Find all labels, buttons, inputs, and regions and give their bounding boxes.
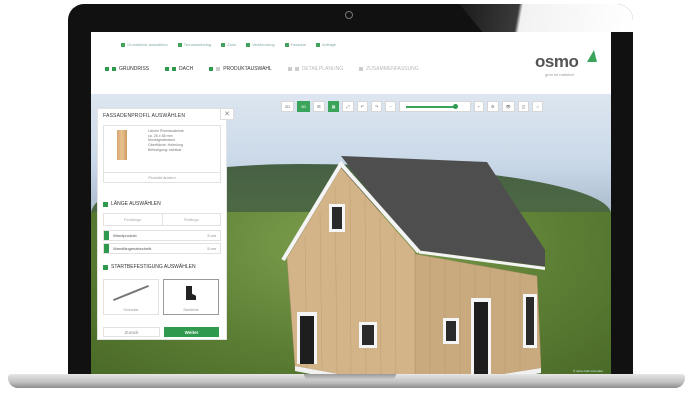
fixing-option-screw[interactable]: Schraube — [103, 279, 159, 315]
layer-button[interactable]: ▦ — [327, 101, 340, 112]
screw-icon — [113, 284, 149, 302]
next-button[interactable]: Weiter — [164, 327, 219, 337]
crumb-2[interactable]: Terrassenbelag — [177, 42, 211, 47]
step-icon — [294, 67, 299, 71]
redo-button[interactable]: ↷ — [370, 101, 383, 112]
length-section-title: LÄNGE AUSWÄHLEN — [103, 201, 161, 207]
fixing-options: Schraube Startleiste — [103, 279, 219, 315]
product-image — [117, 130, 127, 160]
panel-footer: Zurück Weiter — [103, 327, 219, 337]
square-icon — [246, 42, 251, 47]
step-icon — [209, 67, 214, 71]
step-dach[interactable]: DACH — [165, 66, 193, 72]
square-icon — [121, 42, 125, 47]
visibility-button[interactable]: 👁 — [501, 101, 515, 112]
view-2d-button[interactable]: 2D — [281, 101, 295, 112]
step-icon — [359, 67, 364, 71]
crumb-6[interactable]: Anfrage — [316, 42, 336, 47]
change-product-button[interactable]: Produkt ändern — [104, 172, 220, 182]
zoom-out-button[interactable]: − — [385, 101, 396, 112]
fullscreen-button[interactable]: ⤢ — [342, 101, 354, 112]
crumb-5[interactable]: Fassade — [284, 42, 306, 47]
fixing-option-clip[interactable]: Startleiste — [163, 279, 219, 315]
tab-festlaenge[interactable]: Festlänge — [104, 214, 163, 225]
section-icon — [103, 201, 108, 207]
step-detailplanung[interactable]: DETAILPLANUNG — [287, 66, 343, 72]
zoom-in-button[interactable]: + — [473, 101, 484, 112]
zoom-slider[interactable] — [398, 101, 471, 112]
clip-icon — [186, 286, 196, 300]
step-produktauswahl[interactable]: PRODUKTAUSWAHL — [209, 66, 272, 72]
step-icon — [165, 67, 170, 71]
panel-title: FASSADENPROFIL AUSWÄHLEN — [103, 113, 186, 119]
crumb-3[interactable]: Zaun — [221, 42, 236, 47]
breadcrumb: Grundstück auswählen Terrassenbelag Zaun… — [121, 42, 336, 47]
crumb-1[interactable]: Grundstück auswählen — [121, 42, 168, 47]
square-icon — [221, 42, 226, 47]
view-toolbar: 2D 3D ⊞ ▦ ⤢ ↶ ↷ − + ⚙ 👁 ◫ ⌂ — [281, 101, 543, 112]
tab-fixlaenge[interactable]: Fixlänge — [163, 214, 221, 225]
image-credit: © osmo holz und color — [573, 369, 603, 373]
step-icon — [287, 67, 292, 71]
row-marker-icon — [104, 244, 109, 253]
back-button[interactable]: Zurück — [103, 327, 160, 337]
app-screen: Grundstück auswählen Terrassenbelag Zaun… — [91, 32, 611, 376]
product-card: Lärche Rhombusleiste ca. 26 x 68 mm Mont… — [103, 125, 221, 183]
wall-product-row[interactable]: Wandprodukt 5 cm — [103, 230, 221, 241]
undo-button[interactable]: ↶ — [356, 101, 368, 112]
product-info: Lärche Rhombusleiste ca. 26 x 68 mm Mont… — [148, 129, 184, 152]
home-view-button[interactable]: ⌂ — [532, 101, 543, 112]
zoom-slider-knob[interactable] — [452, 104, 458, 109]
app-header: Grundstück auswählen Terrassenbelag Zaun… — [91, 32, 611, 94]
step-zusammenfassung[interactable]: ZUSAMMENFASSUNG — [359, 66, 419, 72]
fixing-section-title: STARTBEFESTIGUNG AUSWÄHLEN — [103, 264, 196, 270]
crumb-4[interactable]: Verblendung — [246, 42, 275, 47]
panel-toggle-button[interactable]: ◫ — [517, 101, 530, 112]
close-icon[interactable]: ✕ — [220, 108, 234, 120]
laptop-notch — [304, 374, 396, 380]
config-panel: FASSADENPROFIL AUSWÄHLEN Lärche Rhombusl… — [97, 108, 227, 340]
square-icon — [284, 42, 289, 47]
house-model[interactable] — [265, 156, 545, 376]
step-icon — [112, 67, 116, 71]
square-icon — [316, 42, 320, 47]
step-icon — [216, 67, 221, 71]
leaf-icon — [587, 50, 597, 62]
step-nav: GRUNDRISS DACH PRODUKTAUSWAHL DETAILPLAN… — [105, 66, 419, 72]
step-grundriss[interactable]: GRUNDRISS — [105, 66, 149, 72]
view-3d-button[interactable]: 3D — [297, 101, 311, 112]
camera-icon — [345, 11, 353, 19]
row-marker-icon — [104, 231, 109, 240]
section-icon — [103, 264, 108, 270]
wall-length-row[interactable]: Wandlängenabschnitt 5 cm — [103, 243, 221, 254]
length-tabs: Festlänge Fixlänge — [103, 213, 221, 226]
square-icon — [177, 42, 182, 47]
osmo-logo[interactable]: osmo grün ist natürlich — [531, 46, 603, 80]
grid-button[interactable]: ⊞ — [313, 101, 325, 112]
step-icon — [105, 67, 109, 71]
step-icon — [172, 67, 177, 71]
settings-button[interactable]: ⚙ — [487, 101, 499, 112]
zoom-slider-track — [405, 106, 454, 108]
